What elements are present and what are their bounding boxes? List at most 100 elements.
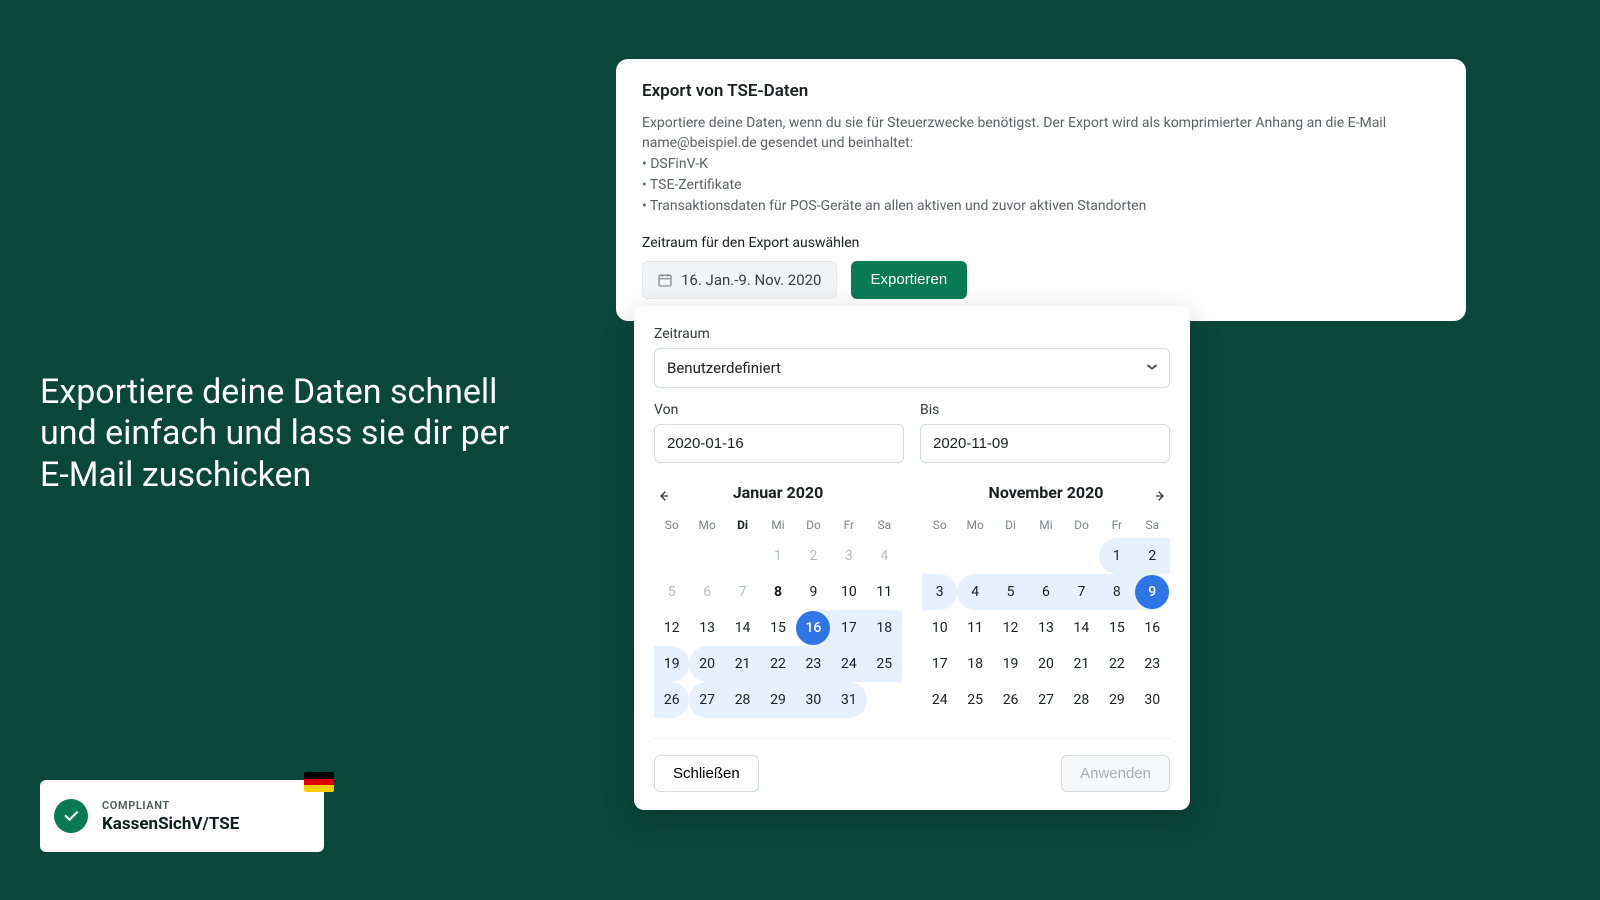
month-b-title: November 2020 [989, 483, 1104, 502]
calendar-day[interactable]: 25 [867, 646, 902, 682]
compliance-badge: COMPLIANT KassenSichV/TSE [40, 780, 324, 852]
calendar-day[interactable]: 30 [1135, 682, 1170, 718]
calendar-month-b: November 2020 SoMoDiMiDoFrSa 12345678910… [922, 483, 1170, 718]
calendar-day[interactable]: 31 [831, 682, 866, 718]
export-card: Export von TSE-Daten Exportiere deine Da… [616, 59, 1466, 321]
calendar-day[interactable]: 29 [1099, 682, 1134, 718]
germany-flag-icon [304, 772, 334, 792]
calendar-day[interactable]: 2 [796, 538, 831, 574]
calendar-day[interactable]: 11 [867, 574, 902, 610]
dow-label: So [654, 512, 689, 538]
calendar-day[interactable]: 15 [760, 610, 795, 646]
zeitraum-value: Benutzerdefiniert [667, 359, 781, 377]
dow-label: Sa [867, 512, 902, 538]
calendar-day[interactable]: 19 [654, 646, 689, 682]
calendar-day[interactable]: 10 [922, 610, 957, 646]
close-button[interactable]: Schließen [654, 755, 759, 792]
calendar-day[interactable]: 15 [1099, 610, 1134, 646]
calendar-day[interactable]: 4 [867, 538, 902, 574]
dow-label: Do [796, 512, 831, 538]
apply-button[interactable]: Anwenden [1061, 755, 1170, 792]
export-button[interactable]: Exportieren [851, 261, 968, 299]
calendar-day[interactable]: 6 [689, 574, 724, 610]
calendar-day[interactable]: 26 [654, 682, 689, 718]
from-input[interactable] [654, 424, 904, 463]
prev-month-button[interactable] [650, 483, 676, 509]
dow-label: Sa [1135, 512, 1170, 538]
calendar-day[interactable]: 18 [957, 646, 992, 682]
calendar-day[interactable]: 21 [725, 646, 760, 682]
calendar-day[interactable]: 19 [993, 646, 1028, 682]
calendar-day[interactable]: 23 [1135, 646, 1170, 682]
calendar-day[interactable]: 14 [1064, 610, 1099, 646]
calendar-day[interactable]: 21 [1064, 646, 1099, 682]
arrow-left-icon [655, 488, 671, 504]
calendar-day[interactable]: 13 [689, 610, 724, 646]
dow-label: Mo [957, 512, 992, 538]
calendar-day[interactable]: 24 [831, 646, 866, 682]
calendar-day[interactable]: 1 [1099, 538, 1134, 574]
calendar-day[interactable]: 26 [993, 682, 1028, 718]
calendar-day[interactable]: 5 [654, 574, 689, 610]
calendar-day[interactable]: 27 [1028, 682, 1063, 718]
calendar-day[interactable]: 22 [760, 646, 795, 682]
hero-text: Exportiere deine Daten schnell und einfa… [40, 372, 520, 496]
calendar-day[interactable]: 17 [831, 610, 866, 646]
calendar-day[interactable]: 2 [1135, 538, 1170, 574]
calendar-day[interactable]: 11 [957, 610, 992, 646]
calendar-day[interactable]: 27 [689, 682, 724, 718]
dow-label: Fr [831, 512, 866, 538]
date-picker-popover: Zeitraum Benutzerdefiniert Von Bis Janua… [634, 306, 1190, 810]
zeitraum-select[interactable]: Benutzerdefiniert [654, 348, 1170, 388]
card-title: Export von TSE-Daten [642, 81, 1440, 101]
calendar-day[interactable]: 6 [1028, 574, 1063, 610]
calendar-day[interactable]: 12 [993, 610, 1028, 646]
from-label: Von [654, 402, 904, 418]
calendar-day[interactable]: 7 [1064, 574, 1099, 610]
calendar-day[interactable]: 9 [1135, 574, 1170, 610]
next-month-button[interactable] [1148, 483, 1174, 509]
calendar-day[interactable]: 12 [654, 610, 689, 646]
dow-label: So [922, 512, 957, 538]
calendar-day[interactable]: 3 [922, 574, 957, 610]
calendar-day[interactable]: 16 [796, 610, 831, 646]
calendar-day[interactable]: 24 [922, 682, 957, 718]
calendar-day[interactable]: 10 [831, 574, 866, 610]
calendar-day[interactable]: 8 [760, 574, 795, 610]
calendar-day[interactable]: 16 [1135, 610, 1170, 646]
calendar-day[interactable]: 17 [922, 646, 957, 682]
calendar-icon [657, 272, 673, 288]
calendar-day[interactable]: 28 [1064, 682, 1099, 718]
card-bullets: • DSFinV-K• TSE-Zertifikate• Transaktion… [642, 154, 1440, 217]
calendar-day[interactable]: 7 [725, 574, 760, 610]
calendar-day[interactable]: 22 [1099, 646, 1134, 682]
card-subhead: Zeitraum für den Export auswählen [642, 235, 1440, 251]
calendar-day[interactable]: 29 [760, 682, 795, 718]
calendar-day[interactable]: 1 [760, 538, 795, 574]
calendar-day[interactable]: 28 [725, 682, 760, 718]
calendar-day[interactable]: 20 [689, 646, 724, 682]
card-description: Exportiere deine Daten, wenn du sie für … [642, 113, 1440, 154]
calendar-day[interactable]: 14 [725, 610, 760, 646]
calendar-day[interactable]: 13 [1028, 610, 1063, 646]
compliance-small: COMPLIANT [102, 799, 239, 812]
dow-label: Di [993, 512, 1028, 538]
to-input[interactable] [920, 424, 1170, 463]
dow-label: Mi [1028, 512, 1063, 538]
dow-label: Fr [1099, 512, 1134, 538]
check-circle-icon [54, 799, 88, 833]
calendar-day[interactable]: 8 [1099, 574, 1134, 610]
calendar-day[interactable]: 20 [1028, 646, 1063, 682]
calendar-day[interactable]: 25 [957, 682, 992, 718]
date-range-button[interactable]: 16. Jan.-9. Nov. 2020 [642, 261, 837, 299]
calendar-day[interactable]: 23 [796, 646, 831, 682]
calendar-day[interactable]: 18 [867, 610, 902, 646]
calendar-day[interactable]: 5 [993, 574, 1028, 610]
calendar-day[interactable]: 4 [957, 574, 992, 610]
compliance-large: KassenSichV/TSE [102, 814, 239, 834]
to-label: Bis [920, 402, 1170, 418]
calendar-day[interactable]: 30 [796, 682, 831, 718]
date-range-label: 16. Jan.-9. Nov. 2020 [681, 271, 822, 289]
calendar-day[interactable]: 9 [796, 574, 831, 610]
calendar-day[interactable]: 3 [831, 538, 866, 574]
